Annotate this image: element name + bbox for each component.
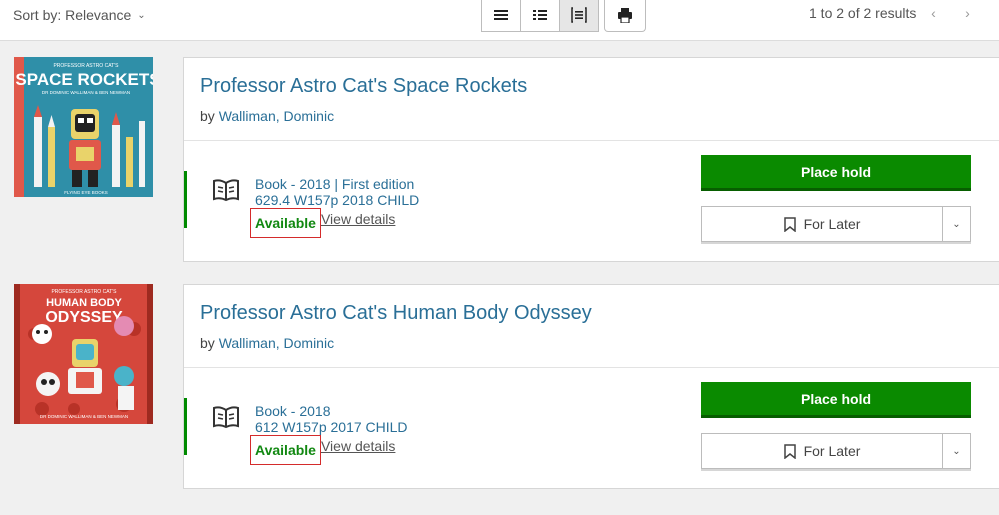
book-cover-space-rockets[interactable]: PROFESSOR ASTRO CAT'S SPACE ROCKETS DR D… — [14, 57, 153, 197]
print-button[interactable] — [604, 0, 646, 32]
chevron-down-icon: ⌄ — [137, 10, 146, 21]
detail-list-icon — [571, 7, 587, 23]
availability-indicator-bar — [184, 171, 187, 228]
list-icon — [494, 10, 508, 20]
result-title[interactable]: Professor Astro Cat's Human Body Odyssey — [200, 302, 592, 325]
cover-authors: DR DOMINIC WALLIMAN & BEN NEWMAN — [42, 90, 130, 95]
cover-publisher: FLYING EYE BOOKS — [64, 190, 107, 195]
by-label: by — [200, 108, 215, 124]
next-page-icon[interactable]: › — [950, 5, 984, 21]
format-line: Book - 2018 | First edition — [255, 176, 415, 192]
format-info[interactable]: Book - 2018 612 W157p 2017 CHILD — [255, 403, 408, 435]
cover-title-line1: HUMAN BODY — [46, 297, 122, 309]
cover-top-text: PROFESSOR ASTRO CAT'S — [51, 289, 117, 295]
bulleted-list-icon — [533, 10, 547, 20]
for-later-dropdown[interactable]: ⌄ — [942, 207, 970, 241]
detailed-view-button[interactable] — [560, 0, 598, 31]
for-later-label: For Later — [803, 216, 861, 232]
call-number: 629.4 W157p 2018 CHILD — [255, 192, 420, 208]
status-row: Available View details — [250, 208, 395, 238]
bookmark-icon — [783, 443, 796, 459]
result-byline: by Walliman, Dominic — [200, 335, 334, 351]
view-mode-toggle — [481, 0, 599, 32]
results-count: 1 to 2 of 2 results — [809, 5, 917, 21]
chevron-down-icon: ⌄ — [952, 218, 961, 230]
cover-title: SPACE ROCKETS — [15, 70, 153, 89]
bookmark-icon — [783, 216, 796, 232]
result-card: Professor Astro Cat's Human Body Odyssey… — [183, 284, 999, 489]
book-format-icon — [212, 178, 240, 207]
for-later-dropdown[interactable]: ⌄ — [942, 434, 970, 468]
compact-view-button[interactable] — [521, 0, 560, 31]
result-title[interactable]: Professor Astro Cat's Space Rockets — [200, 75, 527, 98]
result-byline: by Walliman, Dominic — [200, 108, 334, 124]
availability-status: Available — [255, 442, 316, 458]
for-later-button-group: For Later ⌄ — [701, 433, 971, 469]
for-later-label: For Later — [803, 443, 861, 459]
format-info[interactable]: Book - 2018 | First edition 629.4 W157p … — [255, 176, 419, 208]
availability-status: Available — [255, 215, 316, 231]
printer-icon — [618, 7, 632, 23]
chevron-down-icon: ⌄ — [952, 445, 961, 457]
call-number: 612 W157p 2017 CHILD — [255, 419, 408, 435]
for-later-button-group: For Later ⌄ — [701, 206, 971, 242]
card-divider — [184, 367, 999, 368]
author-link[interactable]: Walliman, Dominic — [219, 108, 334, 124]
for-later-button[interactable]: For Later — [702, 434, 942, 468]
view-details-link[interactable]: View details — [321, 438, 395, 454]
results-toolbar: Sort by: Relevance ⌄ 1 to 2 of 2 results… — [0, 0, 999, 41]
availability-indicator-bar — [184, 398, 187, 455]
previous-page-icon[interactable]: ‹ — [916, 5, 950, 21]
for-later-button[interactable]: For Later — [702, 207, 942, 241]
list-view-button[interactable] — [482, 0, 521, 31]
card-divider — [184, 140, 999, 141]
cover-title-line2: ODYSSEY — [45, 309, 123, 326]
availability-highlight: Available — [250, 208, 321, 238]
pagination: 1 to 2 of 2 results ‹ › — [809, 5, 984, 21]
result-card: Professor Astro Cat's Space Rockets by W… — [183, 57, 999, 262]
place-hold-button[interactable]: Place hold — [701, 155, 971, 191]
book-cover-human-body-odyssey[interactable]: PROFESSOR ASTRO CAT'S HUMAN BODY ODYSSEY… — [14, 284, 153, 424]
sort-dropdown[interactable]: Sort by: Relevance ⌄ — [13, 7, 146, 23]
sort-label: Sort by: Relevance — [13, 7, 132, 23]
view-details-link[interactable]: View details — [321, 211, 395, 227]
cover-authors: DR DOMINIC WALLIMAN & BEN NEWMAN — [40, 414, 128, 419]
availability-highlight: Available — [250, 435, 321, 465]
cover-top-text: PROFESSOR ASTRO CAT'S — [53, 63, 119, 69]
by-label: by — [200, 335, 215, 351]
place-hold-button[interactable]: Place hold — [701, 382, 971, 418]
book-cover-image: PROFESSOR ASTRO CAT'S HUMAN BODY ODYSSEY… — [14, 284, 153, 424]
book-format-icon — [212, 405, 240, 434]
format-line: Book - 2018 — [255, 403, 331, 419]
book-cover-image: PROFESSOR ASTRO CAT'S SPACE ROCKETS DR D… — [14, 57, 153, 197]
author-link[interactable]: Walliman, Dominic — [219, 335, 334, 351]
status-row: Available View details — [250, 435, 395, 465]
